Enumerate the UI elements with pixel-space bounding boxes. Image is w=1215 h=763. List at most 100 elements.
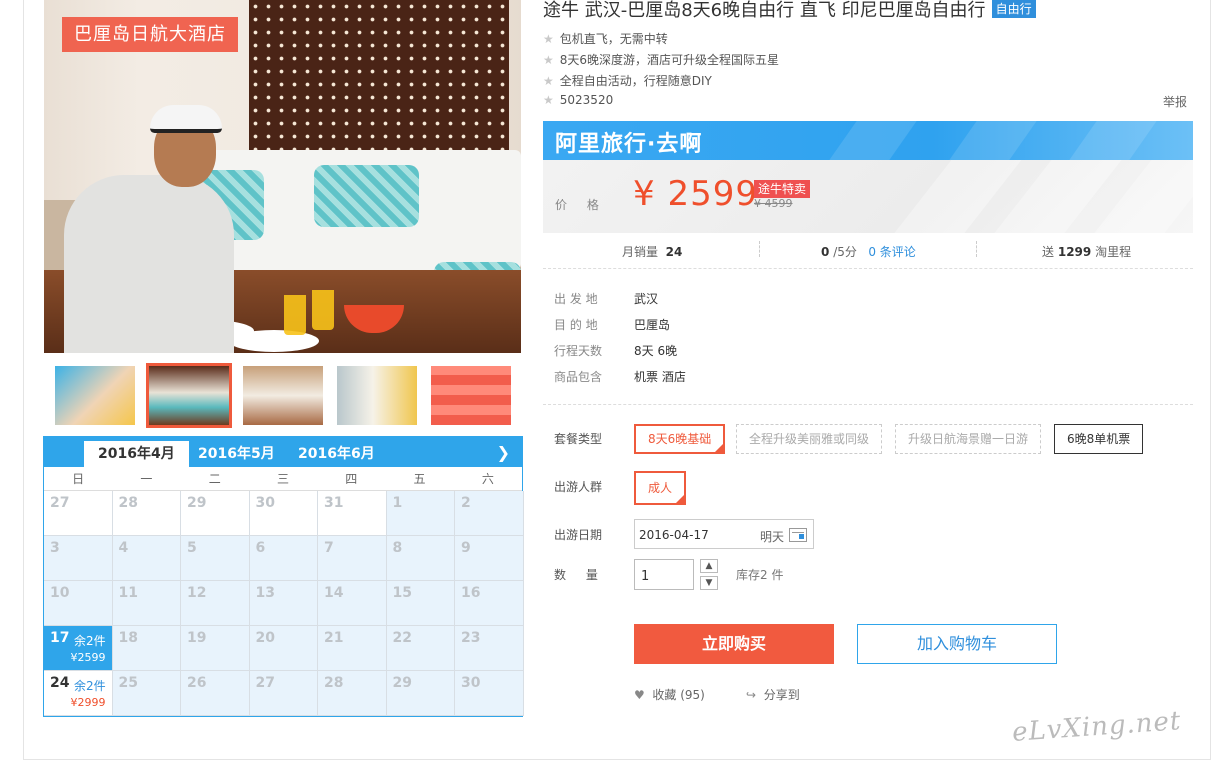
tab-month-2[interactable]: 2016年5月 [184, 441, 289, 467]
thumbnail-strip [44, 363, 521, 428]
feature-item: ★ 包机直飞，无需中转 [543, 30, 668, 47]
calendar-day: 7 [318, 536, 387, 581]
calendar-day-number: 30 [255, 495, 275, 511]
info-includes: 商品包含 机票 酒店 [554, 368, 686, 385]
calendar-day-number: 20 [255, 630, 275, 646]
calendar-day-number: 22 [392, 630, 412, 646]
thumbnail-5[interactable] [431, 366, 511, 425]
calendar-day-number: 15 [392, 585, 412, 601]
product-title: 途牛 武汉-巴厘岛8天6晚自由行 直飞 印尼巴厘岛自由行 自由行 [543, 0, 1036, 22]
thumbnail-4[interactable] [337, 366, 417, 425]
tab-month-3[interactable]: 2016年6月 [284, 441, 389, 467]
favorite-button[interactable]: ♥ 收藏 (95) [634, 686, 705, 703]
calendar-day-stock: 余2件 [74, 634, 106, 648]
package-option-seaview[interactable]: 升级日航海景赠一日游 [895, 424, 1042, 454]
star-icon: ★ [543, 53, 554, 67]
quantity-increase-button[interactable]: ▲ [700, 559, 718, 573]
brand-banner: 阿里旅行·去啊 [543, 121, 1193, 160]
calendar-day: 11 [112, 581, 181, 626]
mileage-gift: 送 1299 淘里程 [1042, 243, 1131, 260]
report-link[interactable]: 举报 [1163, 93, 1187, 110]
quantity-decrease-button[interactable]: ▼ [700, 576, 718, 590]
thumbnail-3[interactable] [243, 366, 323, 425]
calendar-day-number: 3 [50, 540, 60, 556]
calendar-day-number: 5 [187, 540, 197, 556]
buy-now-button[interactable]: 立即购买 [634, 624, 834, 664]
monthly-sales: 月销量 24 [622, 243, 682, 260]
package-option-upgrade-melia[interactable]: 全程升级美丽雅或同级 [736, 424, 883, 454]
calendar-day-price: ¥2999 [70, 696, 106, 709]
calendar-day-number: 29 [187, 495, 207, 511]
info-duration: 行程天数 8天 6晚 [554, 342, 677, 359]
tab-month-1[interactable]: 2016年4月 [84, 441, 189, 467]
favorite-label: 收藏 (95) [652, 688, 705, 702]
calendar-day: 18 [112, 626, 181, 671]
thumbnail-1[interactable] [55, 366, 135, 425]
calendar-weekdays: 日 一 二 三 四 五 六 [44, 467, 522, 491]
calendar-day: 29 [386, 671, 455, 716]
package-option-basic[interactable]: 8天6晚基础 [634, 424, 726, 454]
feature-text: 8天6晚深度游，酒店可升级全程国际五星 [559, 53, 780, 67]
weekday-label: 五 [413, 472, 426, 486]
product-code: 5023520 [559, 93, 614, 107]
people-option-adult[interactable]: 成人 [634, 471, 687, 505]
hero-image[interactable] [44, 0, 521, 353]
calendar-day-number: 21 [324, 630, 344, 646]
weekday-label: 六 [481, 472, 494, 486]
feature-text: 包机直飞，无需中转 [559, 32, 668, 46]
star-icon: ★ [543, 32, 554, 46]
calendar-day-number: 30 [461, 675, 481, 691]
calendar-day-number: 17 [50, 630, 70, 646]
divider [543, 268, 1193, 269]
calendar-day[interactable]: 24 余2件 ¥2999 [44, 671, 113, 716]
calendar-day-number: 7 [324, 540, 334, 556]
stock-count: 库存2 件 [736, 568, 784, 582]
calendar-day-number: 18 [118, 630, 138, 646]
hotel-badge: 巴厘岛日航大酒店 [62, 17, 238, 52]
package-option-flight-only[interactable]: 6晚8单机票 [1054, 424, 1144, 454]
calendar-day: 19 [181, 626, 250, 671]
product-stats: 月销量 24 0 /5分 0 条评论 送 1299 淘里程 [543, 239, 1193, 261]
calendar-day: 9 [455, 536, 524, 581]
calendar-day: 30 [455, 671, 524, 716]
star-icon: ★ [543, 93, 554, 107]
quantity-input[interactable]: 1 [634, 559, 694, 590]
reviews-link[interactable]: 0 条评论 [868, 245, 915, 259]
share-icon: ↪ [746, 688, 757, 702]
free-travel-tag: 自由行 [991, 0, 1036, 18]
calendar-day-number: 27 [255, 675, 275, 691]
people-label: 出游人群 [554, 480, 603, 494]
weekday-label: 三 [276, 472, 289, 486]
chevron-right-icon[interactable]: ❯ [497, 443, 510, 462]
calendar-day: 2 [455, 491, 524, 536]
calendar-day-number: 9 [461, 540, 471, 556]
monthly-sales-label: 月销量 [622, 245, 659, 259]
calendar-day: 8 [386, 536, 455, 581]
thumbnail-2[interactable] [146, 363, 232, 428]
gift-amount: 1299 [1057, 245, 1092, 259]
calendar-day: 29 [181, 491, 250, 536]
hero-plate [229, 330, 319, 352]
calendar-day: 22 [386, 626, 455, 671]
calendar-day-number: 19 [187, 630, 207, 646]
date-hint: 明天 [760, 530, 785, 544]
calendar-day: 4 [112, 536, 181, 581]
gift-suffix: 淘里程 [1095, 245, 1132, 259]
price-box: 价 格 ¥ 2599 途牛特卖 ¥ 4599 [543, 160, 1193, 233]
date-value: 2016-04-17 [639, 528, 709, 542]
share-button[interactable]: ↪ 分享到 [746, 686, 800, 703]
calendar-day: 10 [44, 581, 113, 626]
calendar-day[interactable]: 17 余2件 ¥2599 [44, 626, 113, 671]
package-label: 套餐类型 [554, 432, 603, 446]
calendar-day-number: 28 [118, 495, 138, 511]
calendar-day: 14 [318, 581, 387, 626]
calendar-header: 2016年4月 2016年5月 2016年6月 ❯ [44, 437, 522, 467]
calendar-day-number: 11 [118, 585, 138, 601]
calendar-day: 26 [181, 671, 250, 716]
info-key: 行程天数 [554, 344, 603, 358]
info-key: 目 的 地 [554, 318, 598, 332]
date-field[interactable]: 2016-04-17 明天 [634, 519, 814, 549]
add-to-cart-button[interactable]: 加入购物车 [857, 624, 1057, 664]
calendar-icon[interactable] [789, 528, 807, 542]
hero-juice-glass [312, 290, 334, 330]
